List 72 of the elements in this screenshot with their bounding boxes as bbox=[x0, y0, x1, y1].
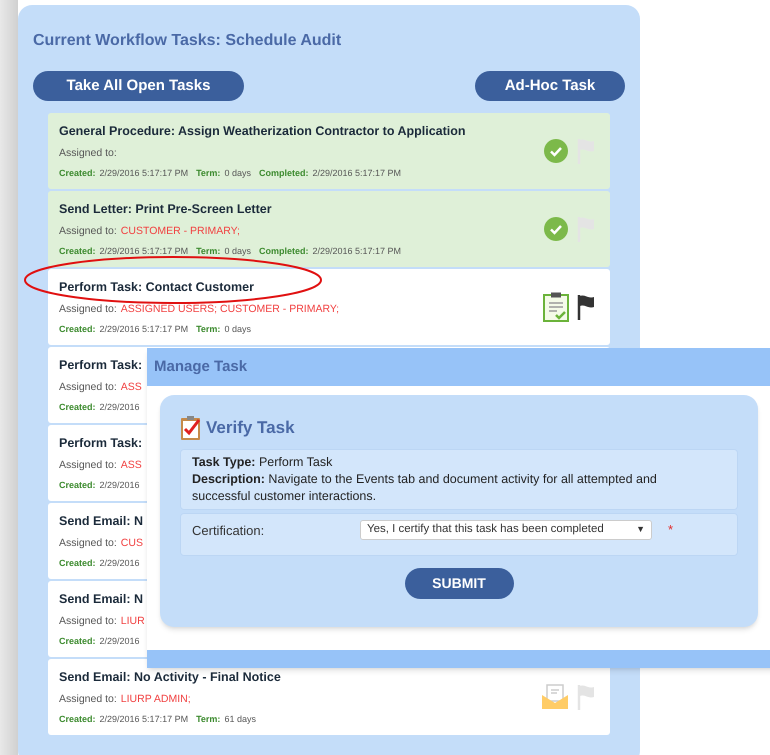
assignee-text: ASS bbox=[120, 380, 142, 395]
created-label: Created: bbox=[59, 634, 96, 648]
term-label: Term: bbox=[196, 244, 220, 258]
created-label: Created: bbox=[59, 478, 96, 492]
check-circle-icon bbox=[543, 138, 569, 164]
created-date: 2/29/2016 bbox=[100, 634, 140, 648]
term-label: Term: bbox=[196, 166, 220, 180]
created-date: 2/29/2016 5:17:17 PM bbox=[100, 322, 188, 336]
panel-title: Current Workflow Tasks: Schedule Audit bbox=[33, 31, 342, 51]
dialog-heading: Verify Task bbox=[206, 417, 295, 440]
created-label: Created: bbox=[59, 400, 96, 414]
created-label: Created: bbox=[59, 712, 96, 726]
action-button[interactable]: Ad-Hoc Task bbox=[475, 71, 625, 101]
check-circle-icon bbox=[543, 216, 569, 242]
assignee-text: CUS bbox=[120, 536, 143, 551]
completed-label: Completed: bbox=[258, 166, 308, 180]
term-value: 0 days bbox=[224, 322, 251, 336]
term-label: Term: bbox=[196, 322, 220, 336]
task-title: General Procedure: Assign Weatherization Contractor to Application bbox=[59, 123, 466, 140]
assigned-label: Assigned to: bbox=[59, 146, 117, 161]
task-type-text: Task Type: Perform Task bbox=[192, 454, 334, 471]
certification-label: Certification: bbox=[192, 522, 266, 540]
created-date: 2/29/2016 5:17:17 PM bbox=[100, 712, 188, 726]
created-date: 2/29/2016 bbox=[100, 556, 140, 570]
created-date: 2/29/2016 5:17:17 PM bbox=[100, 166, 188, 180]
assignee-text: CUSTOMER - PRIMARY; bbox=[120, 224, 240, 239]
assigned-label: Assigned to: bbox=[59, 614, 117, 629]
created-label: Created: bbox=[59, 166, 96, 180]
task-title: Send Letter: Print Pre-Screen Letter bbox=[59, 201, 272, 218]
term-value: 61 days bbox=[224, 712, 256, 726]
completed-date: 2/29/2016 5:17:17 PM bbox=[312, 244, 402, 258]
submit-button[interactable]: SUBMIT bbox=[404, 568, 514, 599]
created-label: Created: bbox=[59, 322, 96, 336]
created-date: 2/29/2016 5:17:17 PM bbox=[100, 244, 188, 258]
completed-label: Completed: bbox=[258, 244, 308, 258]
term-value: 0 days bbox=[224, 244, 251, 258]
assigned-label: Assigned to: bbox=[59, 224, 117, 239]
task-card[interactable]: General Procedure: Assign Weatherization Contractor to Application Assigned to: Created: 2/29/2016 5:17:17 PM Term: 0 days Completed: 2/29/2016 5:17:17 PM bbox=[48, 113, 610, 189]
created-label: Created: bbox=[59, 244, 96, 258]
required-mark: * bbox=[668, 521, 674, 539]
created-label: Created: bbox=[59, 556, 96, 570]
term-label: Term: bbox=[196, 712, 220, 726]
assigned-label: Assigned to: bbox=[59, 458, 117, 473]
task-title: Perform Task: bbox=[59, 435, 142, 452]
clipboard-check-icon bbox=[180, 415, 202, 441]
action-button[interactable]: Take All Open Tasks bbox=[33, 71, 244, 101]
task-title: Send Email: No Activity - Final Notice bbox=[59, 669, 281, 686]
assigned-label: Assigned to: bbox=[59, 692, 117, 707]
certification-select[interactable]: Yes, I certify that this task has been completed ▼ bbox=[360, 520, 652, 540]
dialog-title: Manage Task bbox=[147, 348, 770, 386]
term-value: 0 days bbox=[224, 166, 251, 180]
assignee-text: LIURP ADMIN; bbox=[120, 692, 191, 707]
clipboard-icon bbox=[543, 292, 569, 322]
task-title: Send Email: N bbox=[59, 513, 144, 530]
task-card[interactable]: Send Letter: Print Pre-Screen Letter Assigned to: CUSTOMER - PRIMARY; Created: 2/29/2016 5:17:17 PM Term: 0 days Completed: 2/29/2016 5:17:17 PM bbox=[48, 191, 610, 267]
task-title: Perform Task: bbox=[59, 357, 142, 374]
assigned-label: Assigned to: bbox=[59, 536, 117, 551]
task-title: Send Email: N bbox=[59, 591, 144, 608]
assigned-label: Assigned to: bbox=[59, 380, 117, 395]
assignee-text: ASSIGNED USERS; CUSTOMER - PRIMARY; bbox=[120, 302, 340, 317]
description-text: Description: Navigate to the Events tab and document activity for all attempted and successful customer interactions. bbox=[192, 471, 658, 505]
created-date: 2/29/2016 bbox=[100, 400, 140, 414]
completed-date: 2/29/2016 5:17:17 PM bbox=[312, 166, 402, 180]
assignee-text: LIUR bbox=[120, 614, 145, 629]
envelope-icon bbox=[541, 684, 569, 710]
assignee-text: ASS bbox=[120, 458, 142, 473]
task-card[interactable]: Send Email: No Activity - Final Notice Assigned to: LIURP ADMIN; Created: 2/29/2016 5:17:17 PM Term: 61 days bbox=[48, 659, 610, 735]
created-date: 2/29/2016 bbox=[100, 478, 140, 492]
flag-icon[interactable] bbox=[577, 294, 595, 320]
task-title: Perform Task: Contact Customer bbox=[59, 279, 254, 296]
task-card[interactable]: Perform Task: Contact Customer Assigned to: ASSIGNED USERS; CUSTOMER - PRIMARY; Created: 2/29/2016 5:17:17 PM Term: 0 days bbox=[48, 269, 610, 345]
assigned-label: Assigned to: bbox=[59, 302, 117, 317]
